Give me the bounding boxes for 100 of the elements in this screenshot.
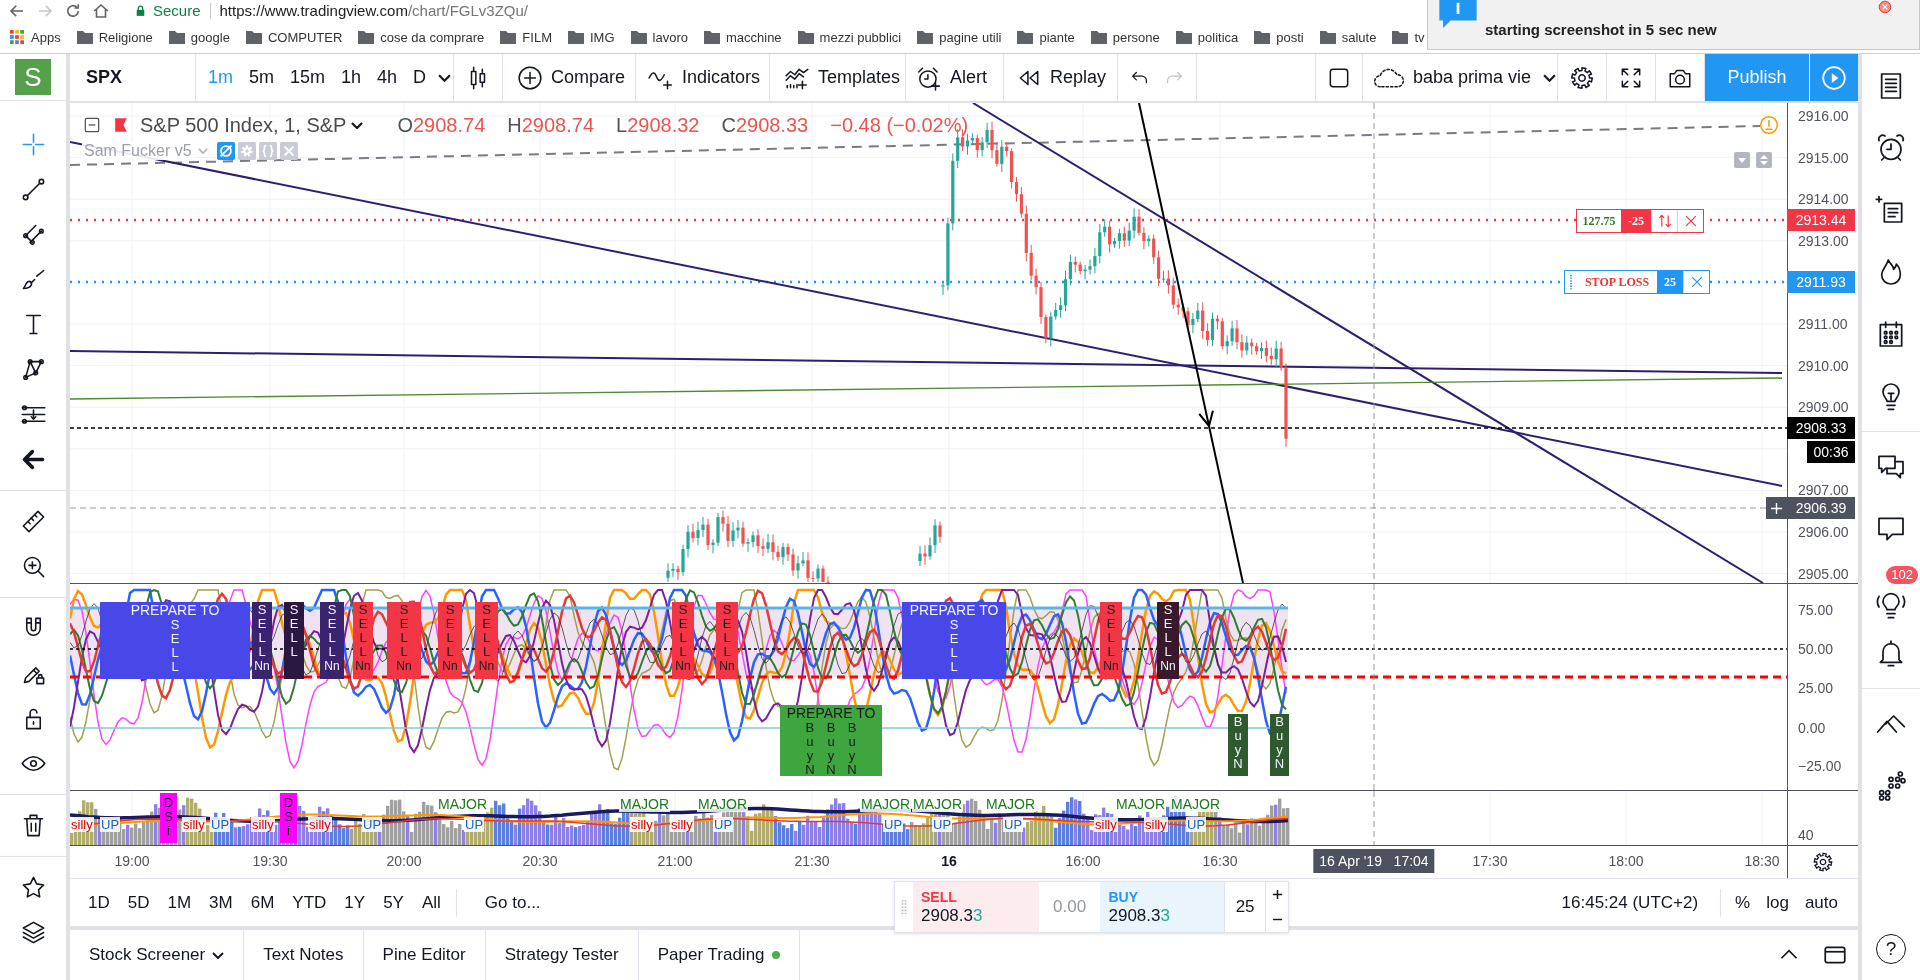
oscillator-tick: 50.00 xyxy=(1798,640,1834,658)
bookmark[interactable]: COMPUTER xyxy=(245,29,343,45)
range-button[interactable]: 3M xyxy=(200,885,242,920)
interval-tab[interactable]: 5m xyxy=(241,62,283,93)
interval-tab[interactable]: D xyxy=(405,62,435,93)
signal-label: SELL xyxy=(288,603,300,659)
signal-label: SELL xyxy=(1105,603,1117,659)
layout-button[interactable]: baba prima vie xyxy=(1373,59,1557,96)
bookmark[interactable]: macchine xyxy=(703,29,782,45)
signal-label: SELL xyxy=(256,603,268,659)
address-field[interactable]: Secure https://www.tradingview.com/chart/FGLv3ZQu/ xyxy=(134,0,528,21)
scale-button[interactable]: auto xyxy=(1796,885,1846,920)
range-button[interactable]: 1Y xyxy=(335,885,375,920)
range-button[interactable]: 1D xyxy=(79,885,119,920)
symbol-search[interactable]: SPX xyxy=(86,67,123,88)
compare-button[interactable]: Compare xyxy=(517,59,626,96)
signal-title: PREPARE TO xyxy=(909,603,999,618)
sell-button[interactable]: SELL 2908.33 xyxy=(913,882,1039,932)
ohlc-value: L2908.32 xyxy=(616,113,700,137)
panel-tab[interactable]: Paper Trading xyxy=(638,930,800,980)
signal-label: UP xyxy=(1186,817,1207,832)
caret-icon[interactable] xyxy=(438,73,452,82)
folder-icon xyxy=(1175,30,1192,44)
buy-button[interactable]: BUY 2908.33 xyxy=(1100,882,1225,932)
drag-handle-icon[interactable] xyxy=(1569,273,1573,291)
ohlc-value: H2908.74 xyxy=(507,113,595,137)
scale-button[interactable]: % xyxy=(1727,885,1759,920)
visibility-off-icon[interactable] xyxy=(216,142,235,160)
signal-label: UP xyxy=(210,817,231,832)
panel-tab[interactable]: Text Notes xyxy=(244,930,364,980)
trend-line[interactable] xyxy=(70,350,1783,374)
signal-tag: Nn xyxy=(719,659,735,673)
bookmark[interactable]: lavoro xyxy=(630,29,688,45)
templates-button[interactable]: Templates xyxy=(784,59,901,96)
settings-icon[interactable] xyxy=(1812,851,1834,873)
signal-label: UP xyxy=(362,817,383,832)
range-button[interactable]: 5D xyxy=(118,885,159,920)
interval-tab[interactable]: 1h xyxy=(333,62,370,93)
scale-button[interactable]: log xyxy=(1758,885,1797,920)
timezone-button[interactable]: 16:45:24 (UTC+2) xyxy=(1552,885,1715,920)
bookmark[interactable]: politica xyxy=(1175,29,1239,45)
bookmark[interactable]: persone xyxy=(1090,29,1160,45)
signal-tag: Nn xyxy=(355,659,371,673)
range-button[interactable]: YTD xyxy=(283,885,336,920)
panel-tab[interactable]: Stock Screener xyxy=(70,930,245,980)
bookmark[interactable]: google xyxy=(168,29,230,45)
bookmark[interactable]: cose da comprare xyxy=(358,29,485,45)
reload-icon[interactable] xyxy=(64,1,82,20)
panel-tab[interactable]: Strategy Tester xyxy=(485,930,639,980)
indicators-button[interactable]: Indicators xyxy=(648,59,761,96)
panel-tab[interactable]: Pine Editor xyxy=(363,930,486,980)
stop-loss-text: STOP LOSS xyxy=(1583,273,1651,291)
time-tick: 20:30 xyxy=(522,853,558,869)
bookmark[interactable]: Apps xyxy=(9,29,61,45)
symbol-title[interactable]: S&P 500 Index, 1, S&P xyxy=(140,113,347,137)
bookmark[interactable]: posti xyxy=(1254,29,1304,45)
caret-icon[interactable] xyxy=(351,121,364,129)
bookmark[interactable]: pagine utili xyxy=(917,29,1002,45)
bookmark[interactable]: piante xyxy=(1017,29,1075,45)
bookmark[interactable]: salute xyxy=(1319,29,1377,45)
range-button[interactable]: 1M xyxy=(158,885,201,920)
signal-label: silly xyxy=(308,817,332,832)
collapse-icon[interactable] xyxy=(82,115,102,135)
up-down-arrows-icon[interactable] xyxy=(1656,213,1673,229)
add-order-button[interactable] xyxy=(1766,497,1787,519)
signal-label: BuyN xyxy=(825,721,837,776)
go-to-button[interactable]: Go to... xyxy=(462,885,563,920)
home-icon[interactable] xyxy=(92,1,110,20)
interval-tab[interactable]: 15m xyxy=(282,62,334,93)
folder-icon xyxy=(245,30,262,44)
play-button[interactable] xyxy=(1809,54,1858,101)
drag-handle-icon[interactable] xyxy=(901,897,907,917)
bookmark[interactable]: Religione xyxy=(76,29,153,45)
interval-tab[interactable]: 4h xyxy=(369,62,406,93)
stop-loss-label[interactable]: STOP LOSS 25 xyxy=(1564,270,1710,294)
plus-icon xyxy=(1271,889,1283,900)
signal-box: DSi xyxy=(280,793,297,843)
signal-label: silly xyxy=(182,817,206,832)
bookmark[interactable]: IMG xyxy=(567,29,615,45)
bookmark[interactable]: FILM xyxy=(500,29,552,45)
quantity-field[interactable]: 25 xyxy=(1224,882,1266,932)
signal-label: UP xyxy=(932,817,953,832)
price-tick: 2911.00 xyxy=(1798,315,1848,333)
order-quantity[interactable]: -25 xyxy=(1621,210,1651,232)
signal-label: SELL xyxy=(326,603,338,659)
alert-button[interactable]: Alert xyxy=(916,59,987,96)
folder-icon xyxy=(1392,30,1409,44)
price-tick: 2907.00 xyxy=(1798,481,1849,500)
alarm-clock-icon[interactable] xyxy=(1875,132,1907,164)
price-tick: 2909.00 xyxy=(1798,398,1849,417)
plus-circle-icon xyxy=(517,64,543,91)
range-button[interactable]: 6M xyxy=(241,885,284,920)
range-button[interactable]: 5Y xyxy=(374,885,413,920)
bookmark[interactable]: mezzi pubblici xyxy=(797,29,902,45)
range-button[interactable]: All xyxy=(412,885,450,920)
order-label[interactable]: 127.75 -25 xyxy=(1576,209,1704,233)
replay-button[interactable]: Replay xyxy=(1016,59,1107,96)
url-text: https://www.tradingview.com/chart/FGLv3ZQu/ xyxy=(219,2,528,19)
settings-icon[interactable] xyxy=(1569,64,1595,91)
bookmark[interactable]: tv xyxy=(1392,29,1425,45)
